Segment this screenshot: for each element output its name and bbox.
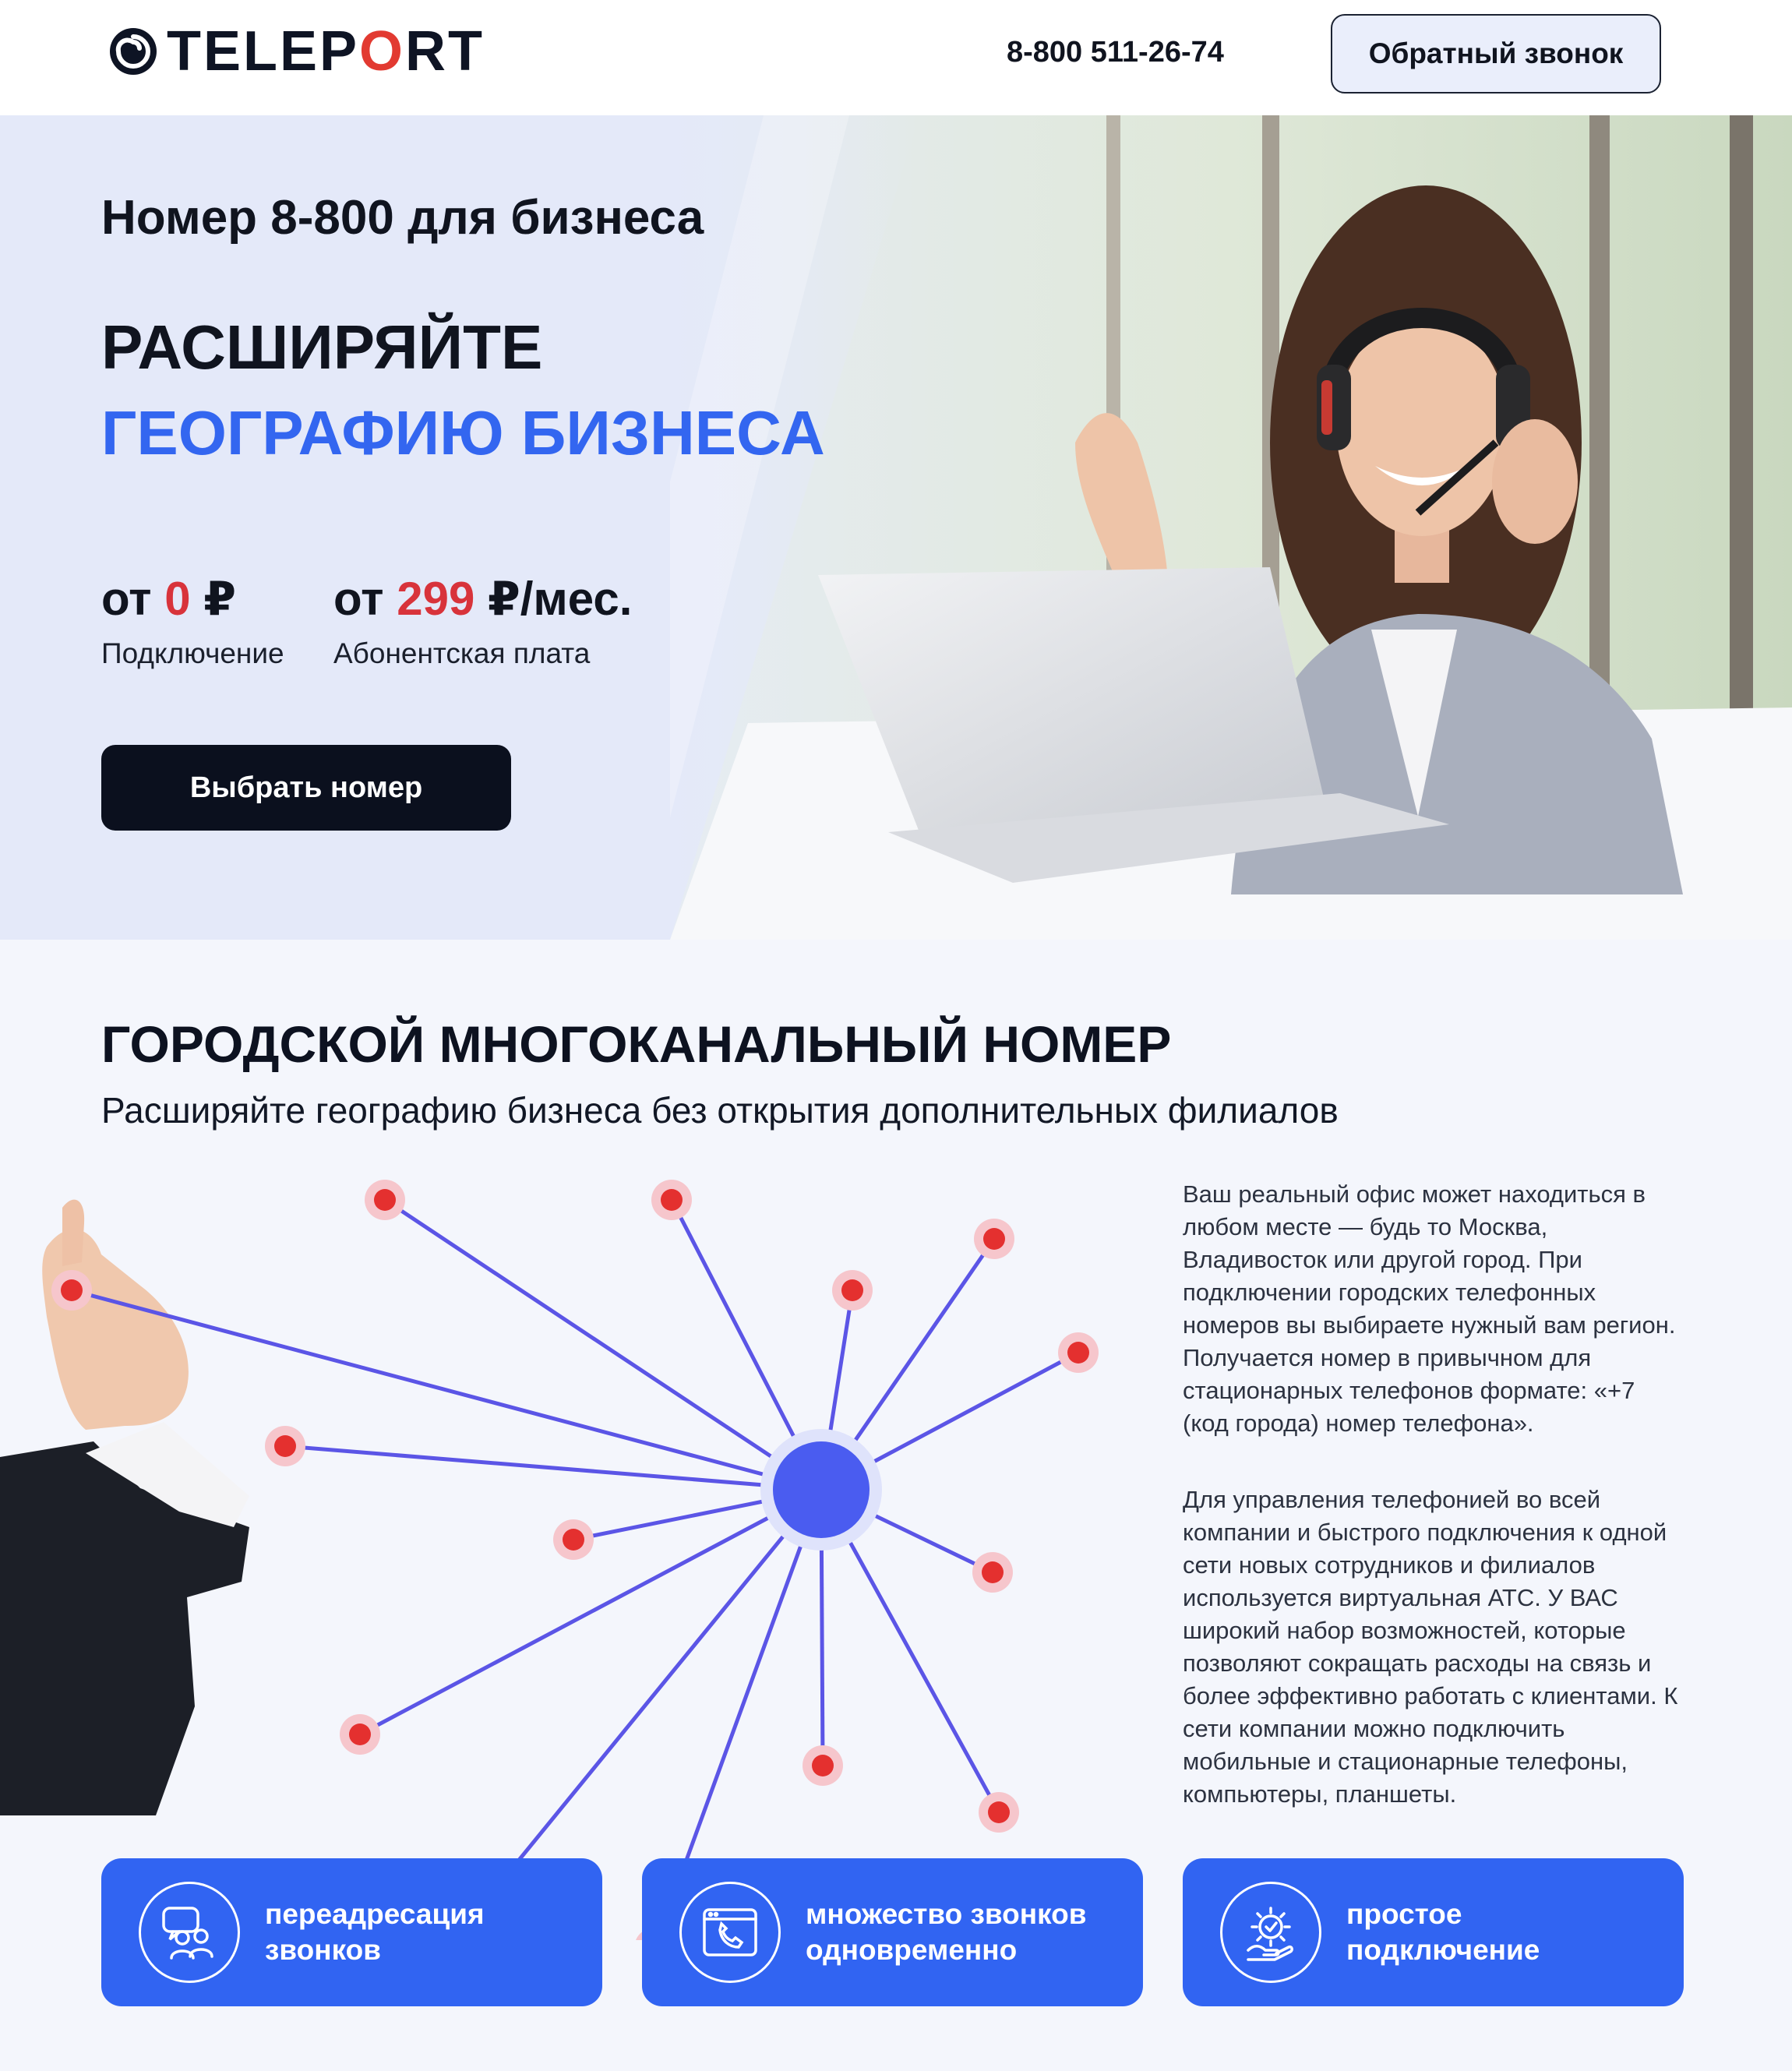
network-node (812, 1755, 834, 1776)
network-node (274, 1435, 296, 1457)
hero-title-line2: ГЕОГРАФИЮ БИЗНЕСА (101, 398, 825, 467)
section-title: ГОРОДСКОЙ МНОГОКАНАЛЬНЫЙ НОМЕР (101, 1015, 1172, 1073)
network-node (661, 1189, 683, 1211)
price-connect-value: от 0 ₽ (101, 573, 237, 625)
hero-section: Номер 8-800 для бизнеса РАСШИРЯЙТЕ ГЕОГР… (0, 115, 1792, 940)
network-hub (773, 1441, 870, 1538)
network-node (349, 1723, 371, 1745)
network-node (563, 1529, 584, 1551)
feature-label-easy-connection: простое подключение (1346, 1898, 1540, 1966)
network-node (374, 1189, 396, 1211)
teleport-logo[interactable]: TELEPORT (108, 23, 485, 79)
browser-phone-icon (679, 1882, 781, 1983)
network-node (983, 1228, 1005, 1250)
network-node (841, 1279, 863, 1301)
hero-kicker: Номер 8-800 для бизнеса (101, 191, 704, 245)
brand-name: TELEPORT (167, 20, 485, 83)
gear-check-icon (1220, 1882, 1321, 1983)
feature-label-call-forwarding: переадресация звонков (265, 1898, 485, 1966)
price-connect: от 0 ₽ Подключение (101, 572, 284, 670)
description-paragraph-1: Ваш реальный офис может находиться в люб… (1183, 1180, 1676, 1437)
description-paragraph-2: Для управления телефонией во всей компан… (1183, 1486, 1678, 1808)
network-node (61, 1279, 83, 1301)
network-link (358, 1487, 823, 1737)
header-phone-link[interactable]: 8-800 511-26-74 (1007, 36, 1224, 69)
site-header: TELEPORT 8-800 511-26-74 Обратный звонок (0, 0, 1792, 115)
price-connect-label: Подключение (101, 637, 284, 669)
callback-button[interactable]: Обратный звонок (1331, 14, 1661, 93)
price-monthly-value: от 299 ₽/мес. (333, 573, 633, 625)
price-monthly-label: Абонентская плата (333, 637, 591, 669)
feature-card-call-forwarding[interactable]: переадресация звонков (101, 1858, 602, 2006)
feature-card-easy-connection[interactable]: простое подключение (1183, 1858, 1684, 2006)
operator-photo (670, 115, 1792, 940)
feature-label-multiple-calls: множество звонков одновременно (806, 1898, 1087, 1966)
feature-card-multiple-calls[interactable]: множество звонков одновременно (642, 1858, 1143, 2006)
network-illustration (0, 1180, 1099, 1940)
price-monthly: от 299 ₽/мес. Абонентская плата (333, 572, 632, 670)
network-link (383, 1198, 823, 1492)
people-chat-icon (139, 1882, 240, 1983)
network-node (982, 1561, 1004, 1583)
choose-number-button[interactable]: Выбрать номер (101, 745, 511, 831)
network-node (1067, 1342, 1089, 1364)
hero-title-line1: РАСШИРЯЙТЕ (101, 312, 543, 382)
spiral-logo-icon (110, 28, 157, 75)
section-subtitle: Расширяйте географию бизнеса без открыти… (101, 1090, 1339, 1131)
network-node (988, 1801, 1010, 1823)
hand-illustration (0, 1199, 249, 1815)
